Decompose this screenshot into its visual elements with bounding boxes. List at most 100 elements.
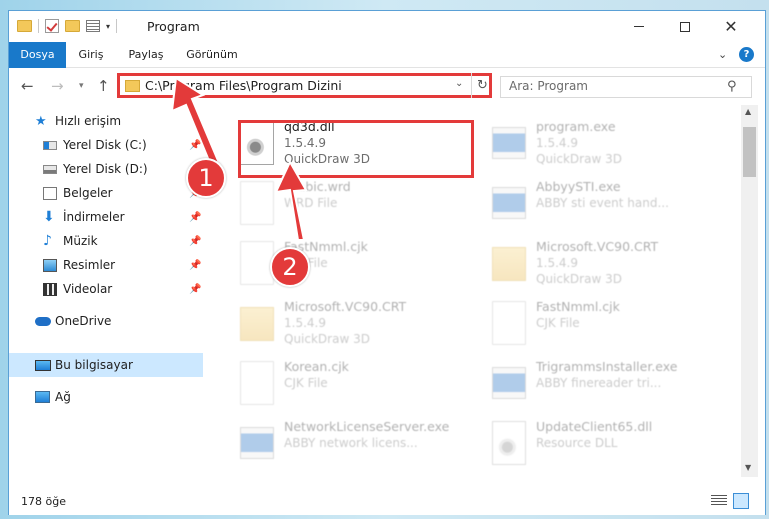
- sidebar-item-network[interactable]: Ağ: [9, 385, 203, 409]
- pin-icon[interactable]: 📌: [189, 212, 201, 223]
- sidebar-item-quick-access[interactable]: ★ Hızlı erişim: [9, 109, 203, 133]
- document-icon: [240, 181, 274, 225]
- sidebar-item-downloads[interactable]: ⬇ İndirmeler 📌: [9, 205, 203, 229]
- close-button[interactable]: ✕: [708, 11, 754, 42]
- document-icon: [240, 241, 274, 285]
- file-detail: 1.5.4.9: [536, 136, 578, 150]
- search-input[interactable]: [509, 79, 709, 93]
- recent-locations-chevron-icon[interactable]: ▾: [79, 81, 84, 91]
- file-detail: CJK File: [284, 376, 328, 390]
- file-name: AbbyySTI.exe: [536, 179, 621, 194]
- new-folder-icon[interactable]: [65, 20, 80, 32]
- sidebar-item-local-disk-d[interactable]: Yerel Disk (D:) 📌: [9, 157, 203, 181]
- file-item[interactable]: qd3d.dll 1.5.4.9 QuickDraw 3D: [232, 115, 472, 175]
- separator: [38, 19, 39, 33]
- search-icon[interactable]: ⚲: [727, 79, 737, 94]
- file-item[interactable]: FastNmml.cjkCJK File: [484, 295, 724, 355]
- search-box[interactable]: ⚲: [500, 76, 752, 98]
- video-film-icon: [43, 282, 57, 296]
- star-icon: ★: [35, 113, 47, 129]
- tab-share[interactable]: Paylaş: [121, 42, 171, 68]
- pin-icon[interactable]: 📌: [189, 140, 201, 151]
- minimize-icon: [634, 26, 644, 27]
- up-arrow-icon[interactable]: ↑: [97, 77, 110, 95]
- sidebar-item-music[interactable]: ♪ Müzik 📌: [9, 229, 203, 253]
- file-detail: ABBY network licens...: [284, 436, 418, 450]
- sidebar-item-label: OneDrive: [55, 314, 112, 328]
- file-item[interactable]: AbbyySTI.exe ABBY sti event hand...: [484, 175, 724, 235]
- file-detail: CJK File: [536, 316, 580, 330]
- pin-icon[interactable]: 📌: [189, 284, 201, 295]
- file-item[interactable]: TrigrammsInstaller.exe ABBY finereader tr…: [484, 355, 724, 415]
- file-item[interactable]: Microsoft.VC90.CRT 1.5.4.9 QuickDraw 3D: [232, 295, 472, 355]
- folder-icon: [17, 20, 32, 32]
- music-note-icon: ♪: [43, 232, 52, 249]
- callout-2: 2: [270, 247, 310, 287]
- application-icon: [492, 127, 526, 159]
- tab-file[interactable]: Dosya: [9, 42, 66, 68]
- file-item[interactable]: Microsoft.VC90.CRT 1.5.4.9 QuickDraw 3D: [484, 235, 724, 295]
- sidebar-item-pictures[interactable]: Resimler 📌: [9, 253, 203, 277]
- help-icon[interactable]: ?: [739, 47, 754, 62]
- download-arrow-icon: ⬇: [43, 208, 55, 225]
- callout-1: 1: [186, 158, 226, 198]
- file-item[interactable]: UpdateClient65.dll Resource DLL: [484, 415, 724, 475]
- sidebar-item-local-disk-c[interactable]: Yerel Disk (C:) 📌: [9, 133, 203, 157]
- tiles-view-icon[interactable]: [733, 493, 749, 509]
- sidebar-item-label: Yerel Disk (C:): [63, 138, 147, 152]
- sidebar-item-label: Hızlı erişim: [55, 114, 122, 128]
- address-dropdown-chevron-icon[interactable]: ⌄: [455, 78, 463, 89]
- sidebar-item-videos[interactable]: Videolar 📌: [9, 277, 203, 301]
- network-icon: [35, 391, 50, 403]
- file-detail: ABBY sti event hand...: [536, 196, 669, 210]
- ribbon-tabs: Dosya Giriş Paylaş Görünüm ⌄ ?: [9, 42, 765, 68]
- expand-ribbon-chevron-icon[interactable]: ⌄: [718, 48, 727, 61]
- file-item[interactable]: Arabic.wrd WRD File: [232, 175, 472, 235]
- sidebar-item-onedrive[interactable]: OneDrive: [9, 309, 203, 333]
- file-name: program.exe: [536, 119, 616, 134]
- application-icon: [492, 187, 526, 219]
- refresh-icon[interactable]: ↻: [471, 73, 493, 98]
- file-item[interactable]: NetworkLicenseServer.exe ABBY network lic…: [232, 415, 472, 475]
- document-icon: [492, 301, 526, 345]
- file-detail: Resource DLL: [536, 436, 618, 450]
- pin-icon[interactable]: 📌: [189, 260, 201, 271]
- rename-icon[interactable]: [86, 20, 100, 32]
- customize-toolbar-chevron-icon[interactable]: ▾: [106, 22, 110, 31]
- file-description: QuickDraw 3D: [284, 152, 370, 166]
- sidebar-item-label: Müzik: [63, 234, 98, 248]
- sidebar-item-this-pc[interactable]: Bu bilgisayar: [9, 353, 203, 377]
- file-name: Arabic.wrd: [284, 179, 351, 194]
- dll-gear-icon: [492, 421, 526, 465]
- address-path[interactable]: C:\Program Files\Program Dizini: [145, 78, 342, 93]
- back-arrow-icon[interactable]: ←: [21, 77, 34, 95]
- window-title: Program: [147, 19, 200, 34]
- file-item[interactable]: FastNmml.cjkCJK File: [232, 235, 472, 295]
- cloud-icon: [35, 316, 51, 326]
- forward-arrow-icon[interactable]: →: [51, 77, 64, 95]
- separator: [116, 19, 118, 33]
- tab-view[interactable]: Görünüm: [179, 42, 245, 68]
- file-name: Microsoft.VC90.CRT: [284, 299, 407, 314]
- sidebar-item-label: Ağ: [55, 390, 71, 404]
- vertical-scrollbar[interactable]: ▲ ▼: [741, 105, 758, 477]
- scroll-down-icon[interactable]: ▼: [745, 463, 751, 472]
- address-bar[interactable]: C:\Program Files\Program Dizini ⌄ ↻: [117, 73, 492, 98]
- details-view-icon[interactable]: [711, 495, 727, 507]
- file-item[interactable]: Korean.cjk CJK File: [232, 355, 472, 415]
- file-item[interactable]: program.exe 1.5.4.9 QuickDraw 3D: [484, 115, 724, 175]
- tab-home[interactable]: Giriş: [71, 42, 111, 68]
- file-name: Microsoft.VC90.CRT: [536, 239, 659, 254]
- scroll-thumb[interactable]: [743, 127, 756, 177]
- maximize-button[interactable]: [662, 11, 708, 42]
- pin-icon[interactable]: 📌: [189, 236, 201, 247]
- application-icon: [240, 427, 274, 459]
- minimize-button[interactable]: [616, 11, 662, 42]
- properties-check-icon[interactable]: [45, 19, 59, 33]
- status-bar: 178 öğe: [9, 487, 765, 515]
- sidebar-item-label: İndirmeler: [63, 210, 125, 224]
- sidebar-item-documents[interactable]: Belgeler 📌: [9, 181, 203, 205]
- drive-icon: [43, 140, 57, 150]
- explorer-window: ▾ Program ✕ Dosya Giriş Paylaş Görünüm ⌄…: [8, 10, 766, 515]
- scroll-up-icon[interactable]: ▲: [745, 107, 751, 116]
